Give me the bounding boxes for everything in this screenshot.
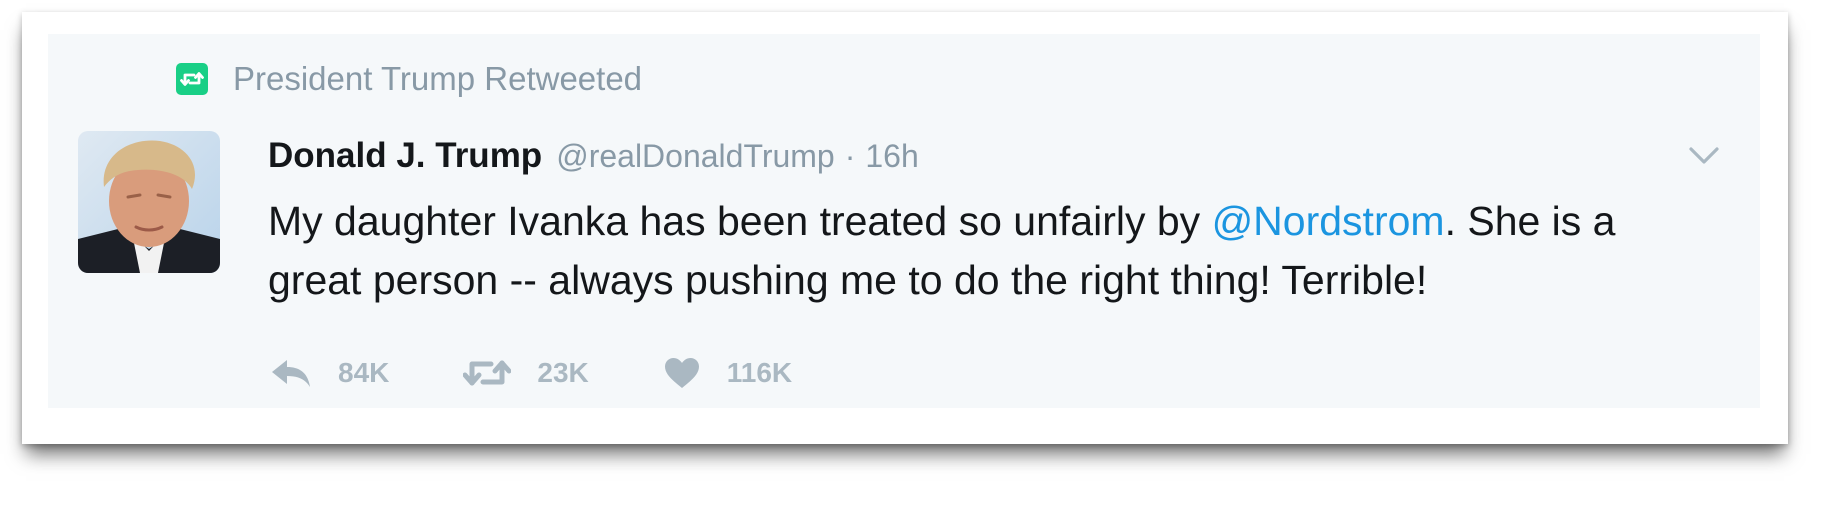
author-username[interactable]: @realDonaldTrump [556, 138, 835, 175]
tweet[interactable]: President Trump Retweeted Donald J. Trum… [48, 34, 1760, 408]
mention-link[interactable]: @Nordstrom [1212, 198, 1445, 244]
like-button[interactable]: 116K [663, 356, 792, 390]
tweet-timestamp[interactable]: 16h [865, 138, 918, 175]
tweet-header: Donald J. Trump @realDonaldTrump · 16h [268, 136, 919, 176]
tweet-text: My daughter Ivanka has been treated so u… [268, 192, 1708, 310]
retweet-icon [463, 356, 512, 390]
retweet-count: 23K [537, 357, 589, 388]
avatar[interactable] [78, 131, 220, 273]
reply-icon [270, 357, 312, 389]
retweet-button[interactable]: 23K [463, 356, 589, 390]
retweet-context-label[interactable]: President Trump Retweeted [233, 60, 642, 98]
screenshot-frame: President Trump Retweeted Donald J. Trum… [22, 12, 1788, 444]
header-separator: · [844, 138, 856, 174]
chevron-down-icon[interactable] [1686, 144, 1722, 168]
reply-count: 84K [338, 357, 390, 388]
tweet-text-before: My daughter Ivanka has been treated so u… [268, 198, 1212, 244]
reply-button[interactable]: 84K [270, 357, 389, 389]
retweet-context: President Trump Retweeted [176, 59, 642, 99]
heart-icon [663, 356, 701, 390]
tweet-actions: 84K 23K 116K [270, 356, 866, 390]
retweet-icon [176, 63, 208, 95]
author-fullname[interactable]: Donald J. Trump [268, 136, 542, 176]
like-count: 116K [726, 357, 793, 388]
